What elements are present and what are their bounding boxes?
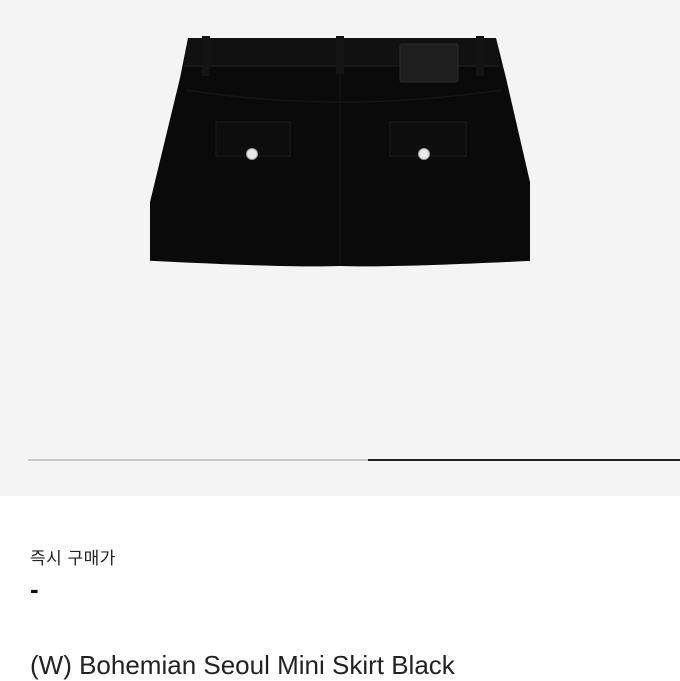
- belt-loop-right: [476, 36, 484, 76]
- pocket-button-right: [418, 148, 430, 160]
- pocket-button-left: [246, 148, 258, 160]
- belt-loop-center: [336, 36, 344, 74]
- belt-loop-left: [202, 36, 210, 76]
- price-label: 즉시 구매가: [30, 549, 116, 568]
- carousel-indicator-active: [368, 459, 680, 461]
- product-name[interactable]: (W) Bohemian Seoul Mini Skirt Black: [30, 650, 455, 681]
- product-image-area[interactable]: [0, 0, 680, 496]
- carousel-indicator: [28, 459, 680, 461]
- price-value: -: [30, 574, 39, 604]
- leather-label-patch: [399, 43, 459, 83]
- product-image: [150, 36, 530, 267]
